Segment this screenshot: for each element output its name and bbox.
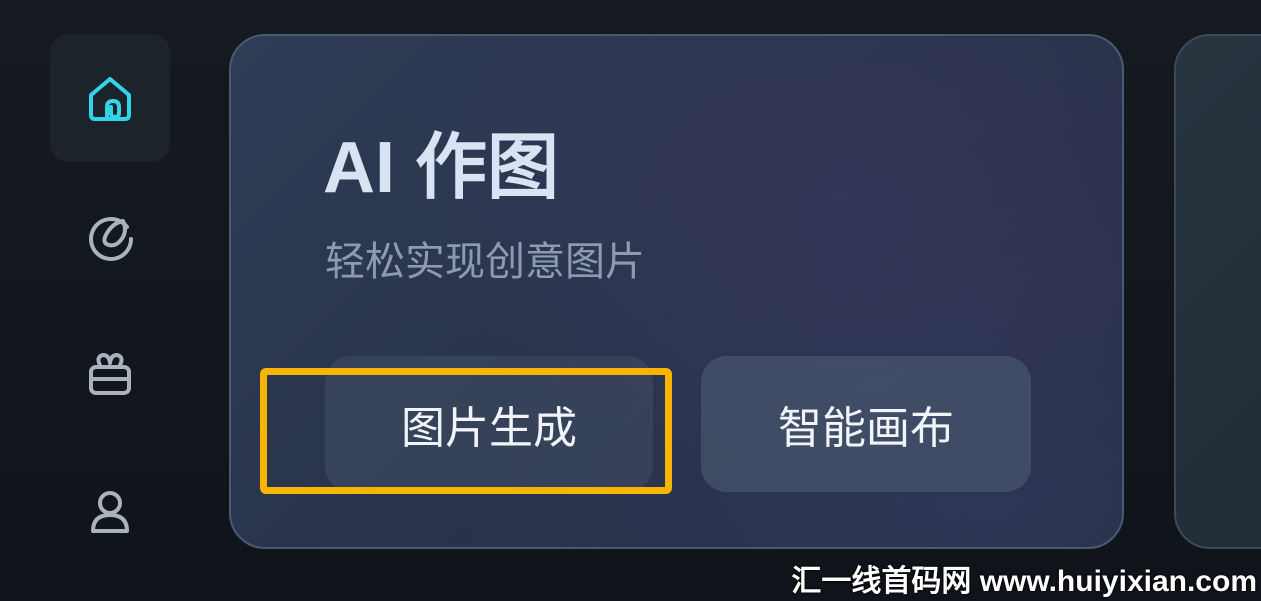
watermark-text: 汇一线首码网 www.huiyixian.com [791, 565, 1257, 598]
sidebar-item-explore[interactable] [50, 172, 170, 300]
sidebar-item-profile[interactable] [50, 448, 170, 576]
sidebar [0, 0, 210, 601]
card-subtitle: 轻松实现创意图片 [325, 239, 645, 285]
image-generate-button[interactable]: 图片生成 [325, 356, 653, 492]
smart-canvas-button[interactable]: 智能画布 [701, 356, 1031, 492]
user-icon [91, 491, 129, 533]
card-title: AI 作图 [323, 128, 560, 208]
sidebar-item-home[interactable] [50, 34, 170, 162]
home-icon [89, 77, 131, 121]
sidebar-item-gift[interactable] [50, 310, 170, 438]
next-card[interactable] [1174, 34, 1261, 549]
spiral-icon [89, 217, 133, 261]
ai-drawing-card[interactable]: AI 作图 轻松实现创意图片 图片生成 智能画布 [229, 34, 1124, 549]
page: AI 作图 轻松实现创意图片 图片生成 智能画布 汇一线首码网 www.huiy… [0, 0, 1261, 601]
gift-icon [89, 353, 131, 395]
